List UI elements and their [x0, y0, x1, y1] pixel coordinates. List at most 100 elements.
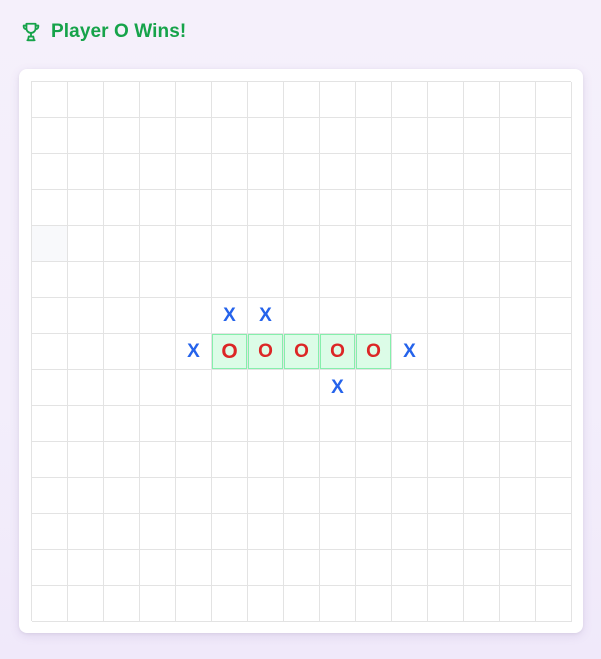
board-cell[interactable] — [500, 406, 536, 442]
board-cell[interactable] — [248, 442, 284, 478]
board-cell[interactable] — [32, 82, 68, 118]
board-cell[interactable] — [104, 550, 140, 586]
board-cell[interactable] — [320, 550, 356, 586]
board-cell[interactable] — [356, 118, 392, 154]
board-cell[interactable] — [176, 514, 212, 550]
board-cell[interactable] — [176, 154, 212, 190]
board-cell-x[interactable]: X — [392, 334, 428, 370]
board-cell[interactable] — [356, 442, 392, 478]
board-cell[interactable] — [428, 406, 464, 442]
board-cell[interactable] — [284, 82, 320, 118]
board-cell[interactable] — [32, 550, 68, 586]
board-cell[interactable] — [140, 334, 176, 370]
board-cell[interactable] — [356, 154, 392, 190]
board-cell[interactable] — [428, 514, 464, 550]
board-cell[interactable] — [212, 118, 248, 154]
board-cell[interactable] — [32, 190, 68, 226]
board-cell[interactable] — [392, 550, 428, 586]
board-cell[interactable] — [464, 118, 500, 154]
board-cell[interactable] — [536, 262, 572, 298]
board-cell[interactable] — [356, 550, 392, 586]
board-cell[interactable] — [140, 370, 176, 406]
board-cell[interactable] — [392, 586, 428, 622]
board-cell[interactable] — [464, 550, 500, 586]
board-cell[interactable] — [104, 298, 140, 334]
board-cell[interactable] — [68, 442, 104, 478]
board-cell[interactable] — [536, 514, 572, 550]
board-cell[interactable] — [212, 154, 248, 190]
board-cell[interactable] — [68, 262, 104, 298]
board-cell[interactable] — [392, 406, 428, 442]
board-cell[interactable] — [212, 586, 248, 622]
board-cell[interactable] — [392, 82, 428, 118]
board-cell[interactable] — [32, 586, 68, 622]
board-cell[interactable] — [212, 514, 248, 550]
board-cell[interactable] — [140, 550, 176, 586]
board-cell[interactable] — [104, 226, 140, 262]
board-cell[interactable] — [500, 262, 536, 298]
board-cell[interactable] — [68, 226, 104, 262]
board-cell-x[interactable]: X — [248, 298, 284, 334]
board-cell[interactable] — [428, 298, 464, 334]
board-cell[interactable] — [356, 406, 392, 442]
board-cell-o[interactable]: O — [212, 334, 248, 370]
board-cell[interactable] — [176, 478, 212, 514]
board-cell[interactable] — [32, 442, 68, 478]
board-cell[interactable] — [212, 406, 248, 442]
board-cell[interactable] — [500, 226, 536, 262]
board-cell[interactable] — [176, 298, 212, 334]
board-cell[interactable] — [140, 154, 176, 190]
board-cell[interactable] — [248, 262, 284, 298]
board-cell[interactable] — [464, 226, 500, 262]
board-cell[interactable] — [212, 82, 248, 118]
board-cell-x[interactable]: X — [176, 334, 212, 370]
board-cell[interactable] — [536, 118, 572, 154]
board-cell[interactable] — [464, 190, 500, 226]
board-cell[interactable] — [320, 118, 356, 154]
board-cell[interactable] — [104, 154, 140, 190]
board-cell[interactable] — [140, 442, 176, 478]
board-cell[interactable] — [428, 226, 464, 262]
board-cell-o[interactable]: O — [320, 334, 356, 370]
board-cell[interactable] — [356, 190, 392, 226]
board-cell[interactable] — [284, 550, 320, 586]
board-cell[interactable] — [284, 406, 320, 442]
board-cell[interactable] — [320, 190, 356, 226]
board-cell[interactable] — [500, 514, 536, 550]
board-cell[interactable] — [176, 190, 212, 226]
board-cell[interactable] — [104, 190, 140, 226]
board-cell-x[interactable]: X — [212, 298, 248, 334]
board-cell[interactable] — [176, 118, 212, 154]
board-cell[interactable] — [428, 262, 464, 298]
board-cell[interactable] — [68, 190, 104, 226]
board-cell[interactable] — [392, 190, 428, 226]
board-cell[interactable] — [212, 190, 248, 226]
board-cell[interactable] — [140, 82, 176, 118]
board-cell[interactable] — [428, 586, 464, 622]
board-cell[interactable] — [428, 442, 464, 478]
board-cell[interactable] — [536, 478, 572, 514]
board-cell[interactable] — [428, 334, 464, 370]
board-cell[interactable] — [536, 550, 572, 586]
board-cell[interactable] — [284, 478, 320, 514]
board-cell[interactable] — [176, 262, 212, 298]
board-cell[interactable] — [284, 118, 320, 154]
board-cell[interactable] — [500, 190, 536, 226]
board-cell[interactable] — [428, 550, 464, 586]
board-cell[interactable] — [500, 118, 536, 154]
board-cell[interactable] — [500, 82, 536, 118]
board-cell[interactable] — [356, 298, 392, 334]
board-cell[interactable] — [104, 262, 140, 298]
board-cell[interactable] — [428, 190, 464, 226]
board-cell[interactable] — [68, 118, 104, 154]
board-cell[interactable] — [248, 118, 284, 154]
board-cell[interactable] — [464, 298, 500, 334]
board-cell[interactable] — [68, 82, 104, 118]
board-cell[interactable] — [536, 334, 572, 370]
board-cell[interactable] — [536, 442, 572, 478]
board-cell[interactable] — [32, 118, 68, 154]
board-cell[interactable] — [392, 262, 428, 298]
board-cell[interactable] — [464, 370, 500, 406]
board-cell[interactable] — [392, 118, 428, 154]
board-cell[interactable] — [212, 478, 248, 514]
